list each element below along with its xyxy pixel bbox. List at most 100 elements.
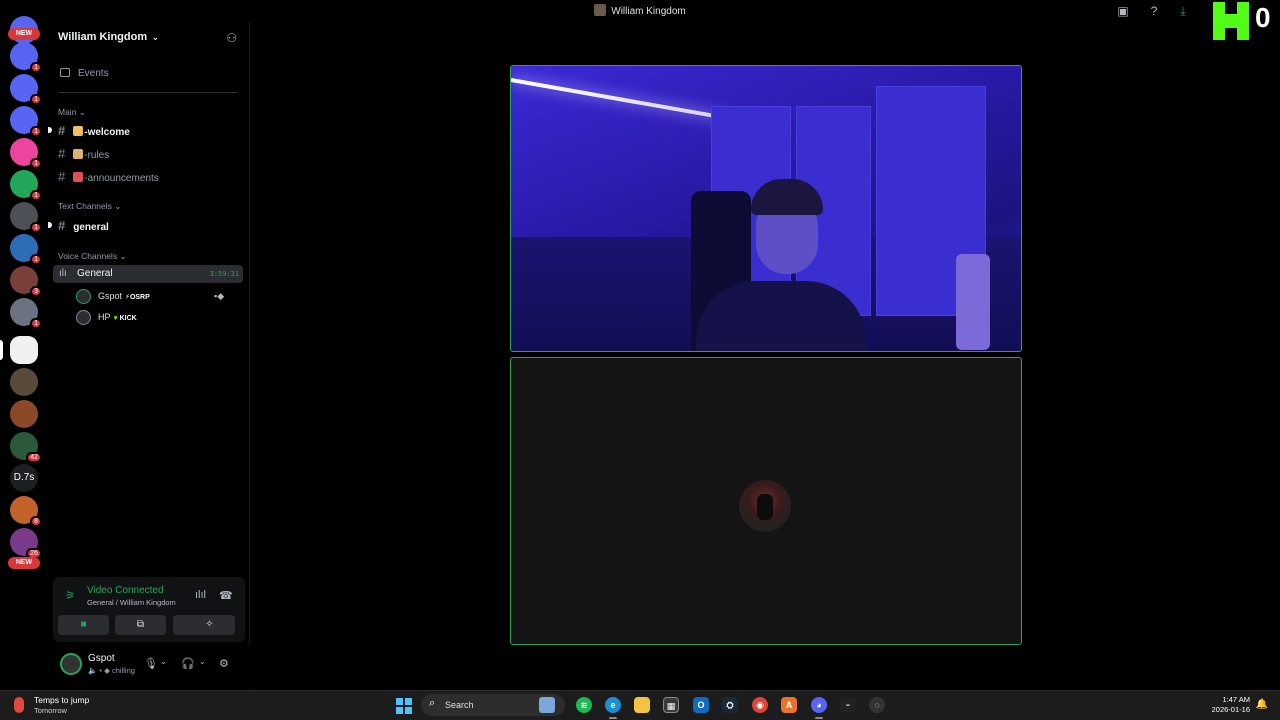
video-tile-avatar[interactable] — [510, 357, 1022, 645]
avatar — [76, 289, 91, 304]
system-clock[interactable]: 1:47 AM 2026-01-16 — [1212, 695, 1250, 715]
app-icon[interactable]: ◌ — [869, 697, 885, 713]
voice-user-name: HP — [98, 312, 111, 322]
mention-badge: 3 — [30, 286, 42, 297]
invite-people-icon[interactable]: ⚇ — [226, 31, 237, 45]
clock-time: 1:47 AM — [1222, 695, 1250, 704]
hash-icon: # — [58, 169, 66, 184]
search-icon: ⌕ — [429, 697, 436, 709]
channel-announcements[interactable]: # -announcements — [58, 169, 159, 184]
microphone-icon[interactable]: 🎙 — [144, 657, 158, 670]
category-text-channels[interactable]: Text Channels ⌄ — [58, 201, 121, 212]
category-voice-channels[interactable]: Voice Channels ⌄ — [58, 251, 127, 262]
voice-timer: 3:59:31 — [209, 270, 239, 278]
windows-start-icon[interactable] — [396, 698, 412, 714]
server-icon[interactable]: 1 — [10, 138, 42, 169]
events-item[interactable]: Events — [60, 68, 109, 79]
server-icon[interactable]: 1 — [10, 234, 42, 265]
server-icon[interactable] — [10, 400, 38, 428]
video-camera-icon: ▪◆ — [214, 291, 225, 301]
server-icon-text[interactable]: D.7s — [10, 464, 38, 492]
avatar[interactable] — [60, 653, 82, 675]
channel-label: -rules — [84, 150, 110, 161]
headphones-icon[interactable]: 🎧 — [181, 657, 195, 670]
camera-button[interactable]: ■ — [58, 615, 109, 635]
server-icon[interactable]: 1 — [10, 42, 42, 73]
download-icon[interactable]: ⤓ — [1175, 3, 1191, 19]
chevron-down-icon[interactable]: ⌄ — [199, 657, 206, 666]
taskbar-search[interactable]: ⌕ Search — [421, 694, 565, 716]
weather-subtitle[interactable]: Tomorrow — [34, 706, 67, 715]
server-rail: NEW 1 1 1 1 1 1 1 3 1 42 D.7s 8 26 NEW — [0, 16, 48, 690]
current-user-status-text: chilling — [111, 666, 135, 675]
chevron-down-icon: ⌄ — [149, 32, 160, 42]
server-name-header[interactable]: William Kingdom ⌄ — [58, 31, 159, 43]
server-icon[interactable] — [10, 368, 38, 396]
voice-location[interactable]: General / William Kingdom — [87, 598, 176, 607]
channel-general[interactable]: # general — [58, 218, 109, 233]
user-tag-text: KICK — [119, 315, 137, 322]
server-icon[interactable]: 1 — [10, 106, 42, 137]
title-bar: William Kingdom ▣ ? ⤓ — [0, 0, 1280, 22]
discord-icon[interactable]: ◕ — [811, 697, 827, 713]
voice-status[interactable]: Video Connected — [87, 585, 164, 596]
noise-suppression-icon[interactable]: ılıl — [195, 589, 206, 601]
server-icon[interactable]: 26 — [10, 528, 42, 559]
unread-indicator — [48, 222, 52, 228]
chevron-down-icon[interactable]: ⌄ — [160, 657, 167, 666]
window-title-text: William Kingdom — [611, 6, 686, 17]
terminal-icon[interactable]: ᵕ — [840, 697, 856, 713]
calendar-icon — [60, 68, 70, 77]
divider — [58, 92, 238, 93]
settings-gear-icon[interactable]: ⚙ — [219, 657, 229, 670]
inbox-icon[interactable]: ▣ — [1115, 3, 1131, 19]
mention-badge: 1 — [30, 222, 42, 233]
events-label: Events — [78, 68, 109, 79]
signal-icon[interactable]: ⚞ — [65, 589, 75, 602]
app-icon[interactable]: A — [781, 697, 797, 713]
steam-icon[interactable]: ⛭ — [722, 697, 738, 713]
server-icon[interactable]: 1 — [10, 170, 42, 201]
screen-share-button[interactable]: ⧉ — [115, 615, 166, 635]
mention-badge: 1 — [30, 254, 42, 265]
notification-bell-icon[interactable]: 🔔 — [1256, 699, 1268, 710]
server-icon[interactable]: 1 — [10, 202, 42, 233]
server-icon[interactable]: 1 — [10, 74, 42, 105]
server-icon-active[interactable] — [10, 336, 38, 364]
category-main[interactable]: Main ⌄ — [58, 107, 86, 118]
wave-emoji-icon — [73, 126, 84, 136]
outlook-icon[interactable]: O — [693, 697, 709, 713]
edge-icon[interactable]: e — [605, 697, 621, 713]
avatar — [76, 310, 91, 325]
mention-badge: 1 — [30, 158, 42, 169]
soundboard-button[interactable]: ✧ — [184, 615, 235, 635]
voice-speaker-icon: ılı — [59, 268, 67, 279]
disconnect-icon[interactable]: ☎ — [219, 589, 233, 602]
current-user-name[interactable]: Gspot — [88, 653, 115, 664]
chrome-icon[interactable]: ◉ — [752, 697, 768, 713]
help-icon[interactable]: ? — [1146, 3, 1162, 19]
channel-label: general — [73, 222, 109, 233]
thermometer-icon[interactable] — [14, 697, 24, 713]
voice-channel-general[interactable]: ılı General 3:59:31 — [53, 265, 243, 283]
user-tag-text: OSRP — [129, 294, 150, 301]
led-light-strip — [511, 78, 729, 121]
server-icon[interactable]: 42 — [10, 432, 42, 463]
mention-badge: 42 — [26, 452, 42, 463]
channel-welcome[interactable]: # -welcome — [58, 123, 130, 138]
weather-title[interactable]: Temps to jump — [34, 695, 89, 705]
mention-badge: 1 — [30, 94, 42, 105]
megaphone-emoji-icon — [73, 172, 84, 182]
store-icon[interactable]: ▦ — [663, 697, 679, 713]
spotify-icon[interactable]: ≋ — [576, 697, 592, 713]
file-explorer-icon[interactable] — [634, 697, 650, 713]
channel-sidebar: William Kingdom ⌄ ⚇ Events Main ⌄ # -welc… — [48, 22, 250, 690]
voice-channel-label: General — [77, 268, 113, 279]
server-icon — [594, 4, 607, 16]
server-icon[interactable]: 8 — [10, 496, 42, 527]
server-icon[interactable]: 1 — [10, 298, 42, 329]
video-tile-camera[interactable] — [510, 65, 1022, 352]
server-icon[interactable]: 3 — [10, 266, 42, 297]
active-app-indicator — [815, 717, 823, 719]
channel-rules[interactable]: # -rules — [58, 146, 109, 161]
